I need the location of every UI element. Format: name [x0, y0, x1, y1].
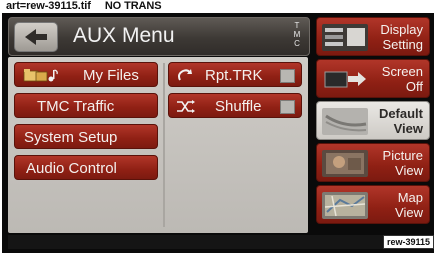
default-view-button[interactable]: Default View	[316, 101, 430, 140]
system-setup-button[interactable]: System Setup	[14, 124, 158, 149]
page-title: AUX Menu	[73, 24, 175, 47]
shuffle-label: Shuffle	[215, 98, 262, 115]
panel-divider	[163, 63, 165, 227]
screen-off-line1: Screen	[381, 64, 423, 79]
my-files-button[interactable]: My Files	[14, 62, 158, 87]
header-bar: AUX Menu T M C	[8, 17, 310, 56]
tmc-traffic-button[interactable]: TMC Traffic	[14, 93, 158, 118]
map-view-icon	[322, 192, 368, 219]
default-view-icon	[322, 108, 368, 135]
folder-music-icon	[23, 69, 58, 82]
artwork-caption: art=rew-39115.tif NO TRANS	[6, 0, 162, 12]
picture-view-line2: View	[395, 163, 423, 178]
menu-panel: My Files TMC Traffic System Setup Audio …	[8, 57, 308, 233]
repeat-track-button[interactable]: Rpt.TRK	[168, 62, 302, 87]
artwork-filename: art=rew-39115.tif	[6, 0, 91, 12]
display-setting-line1: Display	[380, 22, 423, 37]
map-view-button[interactable]: Map View	[316, 185, 430, 224]
screen-off-line2: Off	[405, 79, 423, 94]
display-setting-line2: Setting	[382, 37, 423, 52]
my-files-label: My Files	[83, 67, 139, 84]
repeat-icon	[178, 69, 192, 81]
reference-code: rew-39115	[382, 235, 434, 249]
tmc-indicator: T M C	[293, 21, 301, 48]
default-view-line1: Default	[378, 106, 423, 121]
picture-view-button[interactable]: Picture View	[316, 143, 430, 182]
translation-note: NO TRANS	[104, 0, 162, 12]
bottom-strip	[8, 235, 428, 249]
picture-view-icon	[322, 150, 368, 177]
audio-control-label: Audio Control	[26, 160, 117, 177]
screen-off-button[interactable]: Screen Off	[316, 59, 430, 98]
system-setup-label: System Setup	[24, 129, 118, 146]
screen-off-icon	[324, 71, 366, 88]
repeat-track-label: Rpt.TRK	[205, 67, 263, 84]
default-view-line2: View	[393, 121, 423, 136]
display-setting-icon	[322, 24, 368, 51]
shuffle-button[interactable]: Shuffle	[168, 93, 302, 118]
shuffle-icon	[177, 100, 195, 113]
tmc-traffic-label: TMC Traffic	[37, 98, 115, 115]
shuffle-checkbox[interactable]	[280, 100, 295, 114]
audio-control-button[interactable]: Audio Control	[14, 155, 158, 180]
picture-view-line1: Picture	[382, 148, 423, 163]
map-view-line2: View	[395, 205, 423, 220]
head-unit-screen: AUX Menu T M C My Files TMC Traffic Syst…	[2, 13, 434, 253]
repeat-checkbox[interactable]	[280, 69, 295, 83]
display-setting-button[interactable]: Display Setting	[316, 17, 430, 56]
back-button[interactable]	[14, 22, 58, 52]
map-view-line1: Map	[397, 190, 423, 205]
